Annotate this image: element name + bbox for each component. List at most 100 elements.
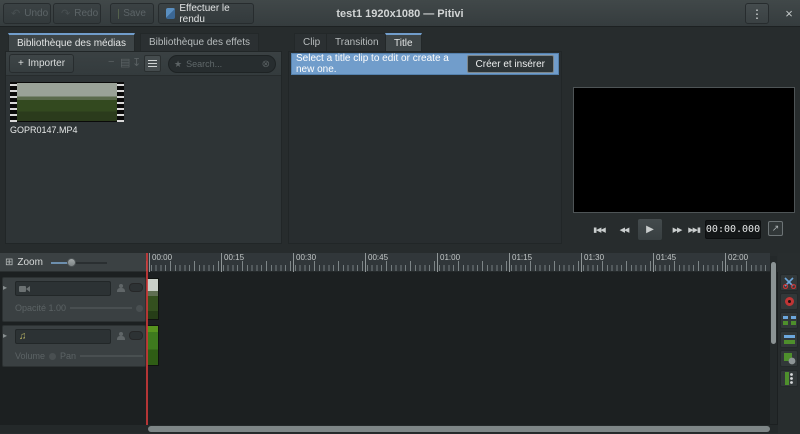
create-title-button[interactable]: Créer et insérer xyxy=(467,55,554,73)
render-label: Effectuer le rendu xyxy=(179,3,246,25)
go-start-icon: ▮◀◀ xyxy=(593,226,605,234)
ruler-label: 00:30 xyxy=(293,253,316,272)
search-input[interactable] xyxy=(186,59,258,69)
title-editor-panel: Select a title clip to edit or create a … xyxy=(288,51,562,244)
zoom-label: Zoom xyxy=(17,257,43,268)
opacity-label: Opacité 1.00 xyxy=(15,303,66,313)
clip-properties-icon[interactable]: ▤ xyxy=(120,56,130,69)
group-icon xyxy=(783,333,796,346)
align-button[interactable] xyxy=(780,370,798,387)
pan-slider[interactable] xyxy=(80,355,143,357)
insert-at-end-icon[interactable]: ↧ xyxy=(132,56,141,69)
close-button[interactable]: × xyxy=(781,5,797,21)
zoom-slider-handle[interactable] xyxy=(67,258,76,267)
search-clear-icon[interactable]: ⊗ xyxy=(262,59,270,70)
go-end-icon: ▶▶▮ xyxy=(688,226,700,234)
filmstrip-sprockets xyxy=(117,82,124,122)
undo-icon: ↶ xyxy=(11,7,20,20)
vertical-scrollbar-thumb[interactable] xyxy=(771,262,776,344)
video-opacity-control[interactable]: Opacité 1.00 xyxy=(15,303,143,313)
ruler-label: 00:45 xyxy=(365,253,388,272)
video-layer-name-entry[interactable] xyxy=(15,281,111,296)
video-layer-toggle[interactable] xyxy=(129,283,143,292)
timeline-vertical-scrollbar[interactable] xyxy=(770,256,777,424)
redo-button[interactable]: ↷ Redo xyxy=(53,3,101,24)
timeline-tracks[interactable]: ▸ Opacité 1.00 ▸ ♫ Volume Pan xyxy=(0,272,778,425)
play-button[interactable]: ▶ xyxy=(637,218,663,241)
tab-title[interactable]: Title xyxy=(385,33,422,51)
filmstrip-sprockets xyxy=(10,82,17,122)
clip-thumbnail-image xyxy=(17,83,117,121)
horizontal-scrollbar-thumb[interactable] xyxy=(148,426,770,432)
play-icon: ▶ xyxy=(646,224,654,235)
seek-back-button[interactable]: ◀◀ xyxy=(613,221,635,239)
tab-transition-label: Transition xyxy=(335,37,379,48)
ruler-label: 01:00 xyxy=(437,253,460,272)
detach-viewer-button[interactable]: ↗ xyxy=(768,221,783,236)
render-icon xyxy=(166,8,175,19)
playhead[interactable] xyxy=(146,253,148,425)
tab-effects-library-label: Bibliothèque des effets xyxy=(149,37,250,48)
tab-transition[interactable]: Transition xyxy=(326,33,388,51)
zoom-fit-icon[interactable]: ⊞ xyxy=(5,257,13,268)
audio-layer-toggle[interactable] xyxy=(129,331,143,340)
audio-layer-header: ▸ ♫ Volume Pan xyxy=(2,325,146,367)
ruler-label: 00:15 xyxy=(221,253,244,272)
go-start-button[interactable]: ▮◀◀ xyxy=(588,221,610,239)
copy-button[interactable] xyxy=(780,350,798,367)
list-view-toggle[interactable] xyxy=(144,55,161,72)
import-button[interactable]: + Importer xyxy=(9,54,74,73)
tab-effects-library[interactable]: Bibliothèque des effets xyxy=(140,33,259,51)
seek-forward-icon: ▶▶ xyxy=(673,226,682,234)
opacity-slider[interactable] xyxy=(70,307,132,309)
split-clip-button[interactable] xyxy=(780,274,798,291)
audio-volume-control[interactable]: Volume Pan xyxy=(15,351,143,361)
search-box[interactable]: ★ ⊗ xyxy=(168,55,276,73)
go-end-button[interactable]: ▶▶▮ xyxy=(683,221,705,239)
infobar-message: Select a title clip to edit or create a … xyxy=(296,53,467,75)
audio-layer-expander-icon[interactable]: ▸ xyxy=(3,331,7,340)
video-layer-expander-icon[interactable]: ▸ xyxy=(3,283,7,292)
timeline-toolbar xyxy=(778,253,800,434)
tab-media-library[interactable]: Bibliothèque des médias xyxy=(8,33,135,51)
tab-title-label: Title xyxy=(394,38,413,49)
undo-button[interactable]: ↶ Undo xyxy=(3,3,51,24)
save-button[interactable]: Save xyxy=(110,3,154,24)
search-star-icon: ★ xyxy=(174,59,182,70)
ruler-label: 01:30 xyxy=(581,253,604,272)
clip-filename: GOPR0147.MP4 xyxy=(10,125,78,135)
keyframe-button[interactable] xyxy=(780,293,798,310)
ruler-label: 01:45 xyxy=(653,253,676,272)
undo-label: Undo xyxy=(24,8,48,19)
opacity-slider-knob[interactable] xyxy=(136,305,143,312)
layer-user-icon[interactable] xyxy=(117,332,125,340)
timeline-ruler[interactable]: 00:00 00:15 00:30 00:45 01:00 01:15 01:3… xyxy=(146,253,770,272)
tab-media-library-label: Bibliothèque des médias xyxy=(17,38,126,49)
menu-button[interactable]: ⋮ xyxy=(745,3,769,24)
scissors-icon xyxy=(783,276,796,289)
close-icon: × xyxy=(785,6,793,21)
tab-clip[interactable]: Clip xyxy=(294,33,329,51)
timecode-display[interactable]: 00:00.000 xyxy=(705,220,761,239)
ruler-label: 00:00 xyxy=(149,253,172,272)
timeline-horizontal-scrollbar[interactable] xyxy=(0,425,778,433)
group-button[interactable] xyxy=(780,331,798,348)
video-preview xyxy=(573,87,795,213)
speaker-icon xyxy=(49,353,56,360)
ruler-label: 01:15 xyxy=(509,253,532,272)
zoom-slider[interactable] xyxy=(51,257,107,267)
layer-user-icon[interactable] xyxy=(117,284,125,292)
music-note-icon: ♫ xyxy=(19,331,27,342)
menu-icon: ⋮ xyxy=(751,7,763,21)
detach-icon: ↗ xyxy=(772,223,780,234)
hamburger-icon xyxy=(148,63,157,65)
media-clip-item[interactable]: GOPR0147.MP4 xyxy=(10,82,126,138)
audio-layer-name-entry[interactable]: ♫ xyxy=(15,329,111,344)
render-button[interactable]: Effectuer le rendu xyxy=(158,3,254,24)
seek-back-icon: ◀◀ xyxy=(620,226,629,234)
keyframe-icon xyxy=(785,297,794,306)
video-camera-icon xyxy=(19,285,30,293)
save-icon xyxy=(118,9,119,19)
ungroup-button[interactable] xyxy=(780,312,798,329)
remove-clip-icon[interactable]: − xyxy=(108,56,114,68)
